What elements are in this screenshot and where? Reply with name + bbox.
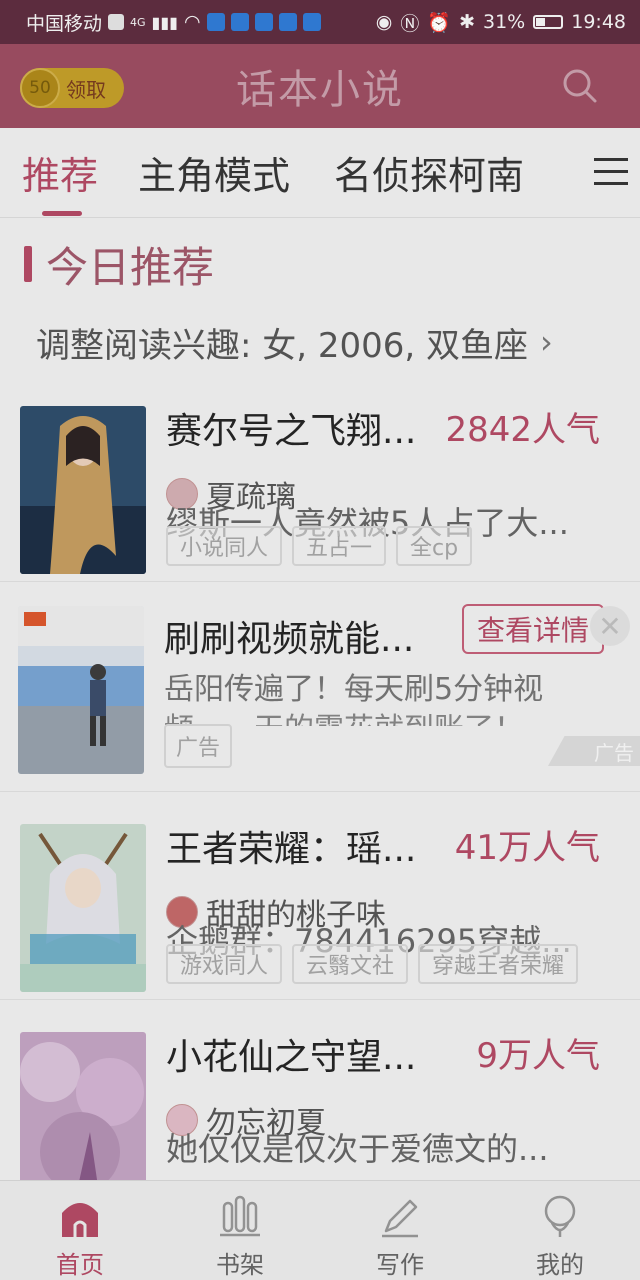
home-icon: [62, 1203, 98, 1237]
tag-list: 小说同人 五占一 全cp: [166, 526, 473, 566]
close-ad-button[interactable]: ✕: [590, 606, 630, 646]
tag[interactable]: 全cp: [396, 526, 473, 566]
close-icon: ✕: [598, 609, 622, 643]
nav-profile[interactable]: 我的: [480, 1181, 640, 1280]
eye-icon: ◉: [375, 11, 393, 33]
menu-icon: [594, 158, 628, 161]
notification-icon: [278, 13, 297, 31]
bookshelf-icon: [220, 1195, 260, 1237]
notification-icon: [302, 13, 321, 31]
feed: 今日推荐 调整阅读兴趣: 女, 2006, 双鱼座 › 赛尔号之飞翔... 28…: [0, 218, 640, 1180]
status-bar: 中国移动 4G ▮▮▮ ◠ ◉ Ⓝ ⏰ ✱ 31% 19:48: [0, 0, 640, 44]
view-details-button[interactable]: 查看详情: [462, 604, 604, 654]
book-popularity: 41万人气: [454, 828, 600, 868]
notification-icon: [206, 13, 225, 31]
book-card[interactable]: 赛尔号之飞翔... 2842人气 夏疏璃 缪斯一人竟然被5人占了大... 小说同…: [0, 374, 640, 582]
book-title: 王者荣耀：瑶...: [166, 829, 417, 870]
book-popularity: 2842人气: [445, 410, 600, 450]
network-label: 4G: [130, 15, 146, 29]
tag[interactable]: 游戏同人: [166, 944, 283, 984]
bottom-nav: 首页 书架 写作 我的: [0, 1180, 640, 1280]
app-title: 话本小说: [236, 67, 404, 113]
chevron-right-icon: ›: [540, 323, 553, 361]
book-cover: [20, 406, 146, 574]
search-icon: [563, 69, 597, 103]
tag[interactable]: 小说同人: [166, 526, 283, 566]
ad-card[interactable]: 刷刷视频就能... 查看详情 ✕ 岳阳传遍了！每天刷5分钟视 频，一天的零花就到…: [0, 582, 640, 792]
nav-label: 我的: [536, 1251, 584, 1279]
section-header: 今日推荐: [0, 218, 640, 310]
bluetooth-icon: ✱: [459, 11, 475, 33]
signal-icon: ▮▮▮: [151, 12, 178, 32]
book-popularity: 9万人气: [476, 1036, 600, 1076]
ad-tag: 广告: [164, 724, 233, 768]
search-button[interactable]: [560, 66, 600, 106]
tab-menu-button[interactable]: [594, 158, 628, 188]
book-title: 小花仙之守望...: [166, 1037, 417, 1078]
menu-icon-line: [594, 182, 628, 185]
app-header: 50 领取 话本小说: [0, 44, 640, 128]
carrier-label: 中国移动: [26, 12, 103, 35]
book-title: 赛尔号之飞翔...: [166, 411, 417, 452]
coin-claim-label: 领取: [66, 77, 106, 102]
book-card[interactable]: 小花仙之守望... 9万人气 勿忘初夏 她仅仅是仅次于爱德文的...: [0, 1000, 640, 1180]
section-title: 今日推荐: [46, 242, 215, 292]
menu-icon-line: [594, 170, 628, 173]
tag[interactable]: 云翳文社: [292, 944, 409, 984]
coin-reward-button[interactable]: 50 领取: [20, 68, 124, 108]
nav-label: 写作: [376, 1251, 424, 1279]
book-description: 她仅仅是仅次于爱德文的...: [166, 1130, 549, 1168]
book-cover: [20, 1032, 146, 1180]
alarm-icon: ⏰: [427, 11, 452, 34]
wifi-icon: ◠: [183, 11, 201, 33]
nfc-icon: Ⓝ: [400, 12, 420, 35]
coin-value: 50: [20, 68, 60, 108]
tag[interactable]: 五占一: [292, 526, 387, 566]
book-cover: [20, 824, 146, 992]
ad-description-line2: 频，一天的零花就到账了！: [164, 704, 584, 726]
battery-icon: [533, 15, 564, 29]
shield-icon: [254, 13, 273, 31]
ad-image: [18, 606, 144, 774]
nav-home[interactable]: 首页: [0, 1181, 160, 1280]
interest-label: 调整阅读兴趣: 女, 2006, 双鱼座: [36, 325, 529, 366]
section-accent-bar: [24, 246, 32, 282]
adjust-interest-link[interactable]: 调整阅读兴趣: 女, 2006, 双鱼座 ›: [0, 310, 640, 374]
book-card[interactable]: 王者荣耀：瑶... 41万人气 甜甜的桃子味 企鹅群：784416295穿越..…: [0, 792, 640, 1000]
clock: 19:48: [571, 11, 626, 33]
nav-write[interactable]: 写作: [320, 1181, 480, 1280]
tag[interactable]: 穿越王者荣耀: [418, 944, 579, 984]
profile-icon: [544, 1195, 576, 1237]
battery-percent: 31%: [483, 11, 526, 33]
nav-label: 首页: [56, 1251, 104, 1279]
nav-bookshelf[interactable]: 书架: [160, 1181, 320, 1280]
ad-badge-label: 广告: [594, 740, 634, 765]
ad-badge: 广告: [548, 736, 640, 766]
tab-recommend[interactable]: 推荐: [22, 128, 98, 218]
tag-list: 游戏同人 云翳文社 穿越王者荣耀: [166, 944, 579, 984]
nav-label: 书架: [216, 1251, 264, 1279]
tab-detective-conan[interactable]: 名侦探柯南: [334, 128, 524, 218]
hd-icon: [108, 14, 125, 30]
notification-icon: [230, 13, 249, 31]
ad-title: 刷刷视频就能...: [164, 619, 415, 660]
category-tabs: 推荐 主角模式 名侦探柯南: [0, 128, 640, 218]
ad-description: 岳阳传遍了！每天刷5分钟视: [164, 672, 544, 707]
pen-icon: [382, 1199, 418, 1238]
tab-protagonist-mode[interactable]: 主角模式: [138, 128, 290, 218]
